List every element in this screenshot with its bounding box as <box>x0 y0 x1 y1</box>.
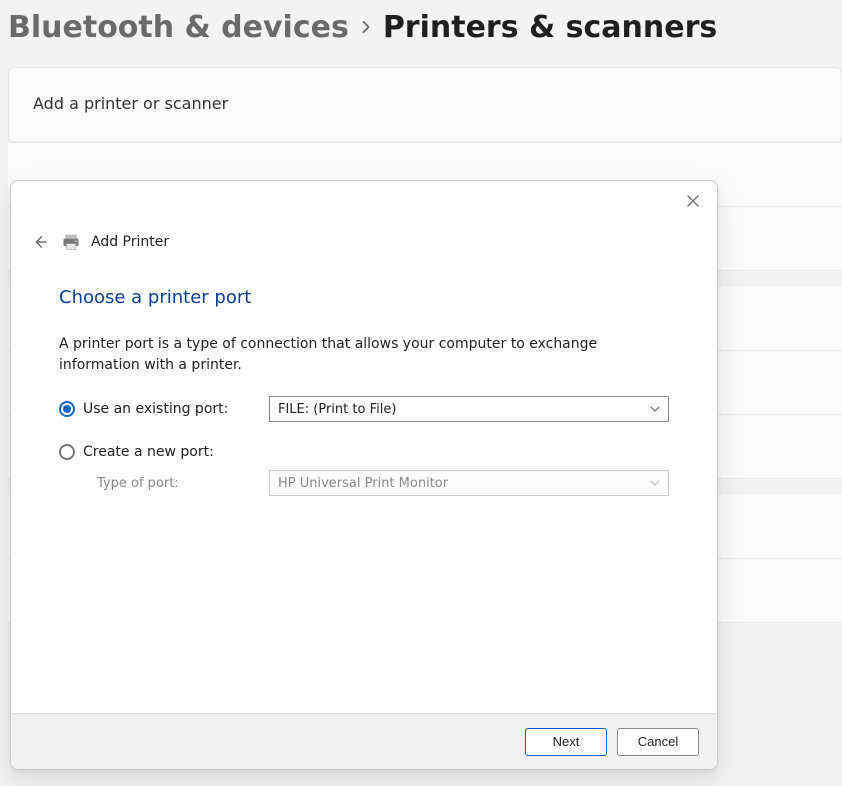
label-create-new[interactable]: Create a new port: <box>83 444 214 460</box>
type-of-port-row: Type of port: HP Universal Print Monitor <box>59 470 669 496</box>
chevron-down-icon <box>650 478 660 488</box>
close-button[interactable] <box>683 191 703 211</box>
next-button[interactable]: Next <box>525 728 607 756</box>
add-printer-dialog: Add Printer Choose a printer port A prin… <box>10 180 718 770</box>
dialog-body: Choose a printer port A printer port is … <box>11 259 717 713</box>
chevron-down-icon <box>650 404 660 414</box>
dialog-description: A printer port is a type of connection t… <box>59 334 669 376</box>
section-title: Add a printer or scanner <box>9 68 841 142</box>
dialog-heading: Choose a printer port <box>59 287 669 308</box>
breadcrumb-current: Printers & scanners <box>383 10 717 45</box>
settings-section-card: Add a printer or scanner <box>8 67 842 143</box>
breadcrumb: Bluetooth & devices Printers & scanners <box>0 0 842 67</box>
chevron-right-icon <box>359 15 373 40</box>
radio-create-new[interactable] <box>59 444 75 460</box>
printer-icon <box>61 232 81 252</box>
option-use-existing-row: Use an existing port: FILE: (Print to Fi… <box>59 396 669 422</box>
dropdown-existing-value: FILE: (Print to File) <box>278 402 396 417</box>
dropdown-port-type: HP Universal Print Monitor <box>269 470 669 496</box>
back-button[interactable] <box>29 231 51 253</box>
label-use-existing[interactable]: Use an existing port: <box>83 401 228 417</box>
dialog-window-title: Add Printer <box>91 234 169 250</box>
dropdown-port-type-value: HP Universal Print Monitor <box>278 476 448 491</box>
radio-use-existing[interactable] <box>59 401 75 417</box>
breadcrumb-parent[interactable]: Bluetooth & devices <box>8 10 349 45</box>
option-create-new-row: Create a new port: <box>59 444 669 460</box>
dialog-footer: Next Cancel <box>11 713 717 769</box>
cancel-button[interactable]: Cancel <box>617 728 699 756</box>
dialog-header: Add Printer <box>11 181 717 259</box>
label-type-of-port: Type of port: <box>59 476 269 491</box>
dropdown-existing-port[interactable]: FILE: (Print to File) <box>269 396 669 422</box>
